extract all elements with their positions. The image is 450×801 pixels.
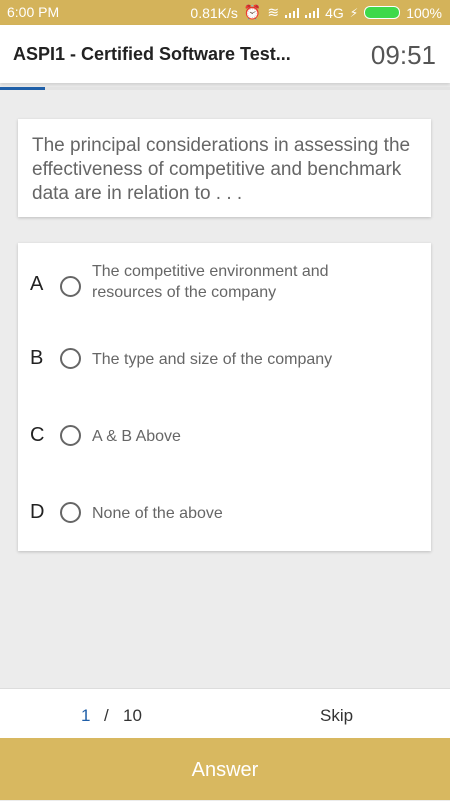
radio-button[interactable] [60, 425, 81, 446]
options-card: A The competitive environment and resour… [18, 243, 431, 551]
radio-button[interactable] [60, 276, 81, 297]
option-b[interactable]: B The type and size of the company [18, 339, 431, 379]
progress-fill [0, 87, 45, 90]
option-letter: D [30, 501, 45, 523]
charging-icon: ⚡ [349, 5, 359, 20]
network-speed: 0.81K/s [190, 4, 238, 21]
app-header: ASPI1 - Certified Software Test... 09:51 [0, 25, 450, 83]
signal-icon [285, 7, 300, 18]
status-time: 6:00 PM [7, 4, 60, 20]
option-text: None of the above [92, 505, 223, 522]
option-text: The competitive environment and resource… [92, 263, 329, 301]
option-d[interactable]: D None of the above [18, 493, 431, 533]
answer-button[interactable]: Answer [0, 738, 450, 800]
skip-button[interactable]: Skip [320, 706, 353, 726]
question-text: The principal considerations in assessin… [32, 135, 411, 204]
radio-button[interactable] [60, 502, 81, 523]
countdown-timer: 09:51 [370, 40, 436, 70]
page-separator: / [104, 706, 109, 725]
network-type: 4G [325, 4, 344, 21]
page-title: ASPI1 - Certified Software Test... [13, 44, 291, 64]
footer-nav: 1 / 10 Skip [0, 688, 450, 739]
option-text: A & B Above [92, 428, 181, 445]
status-bar: 6:00 PM 0.81K/s ⏰ ≋ 4G ⚡ 100% [0, 0, 450, 25]
option-letter: B [30, 347, 44, 369]
signal-2-icon [305, 7, 320, 18]
option-letter: A [30, 273, 44, 295]
question-card: The principal considerations in assessin… [18, 119, 431, 217]
progress-bar [0, 87, 450, 90]
option-c[interactable]: C A & B Above [18, 416, 431, 456]
option-letter: C [30, 424, 45, 446]
option-a[interactable]: A The competitive environment and resour… [18, 261, 431, 305]
battery-level: 100% [406, 4, 442, 21]
option-text: The type and size of the company [92, 351, 333, 368]
alarm-icon: ⏰ [243, 4, 262, 20]
current-page: 1 [81, 706, 91, 725]
battery-icon [364, 6, 401, 19]
wifi-icon: ≋ [267, 4, 280, 20]
total-pages: 10 [123, 706, 142, 725]
radio-button[interactable] [60, 348, 81, 369]
status-indicators: 0.81K/s ⏰ ≋ 4G ⚡ 100% [190, 4, 442, 21]
